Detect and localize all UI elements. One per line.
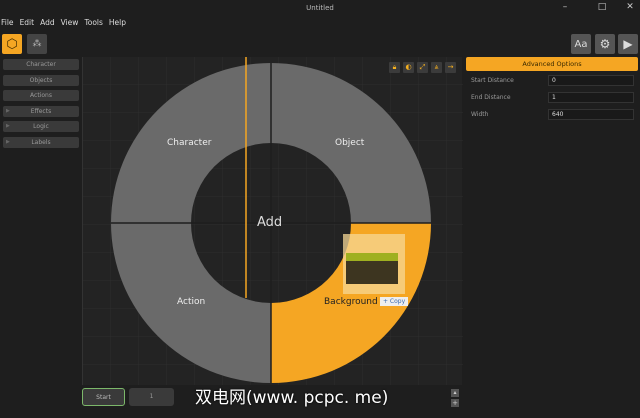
properties-panel: Advanced Options Start Distance 0 End Dis… xyxy=(466,57,638,122)
segment-label-action: Action xyxy=(177,297,206,307)
hierarchy-icon: ⁂ xyxy=(32,39,42,49)
cube-tool-button[interactable]: ⬡ xyxy=(2,34,22,54)
start-distance-input[interactable]: 0 xyxy=(548,74,634,86)
minimize-button[interactable]: – xyxy=(555,2,575,12)
field-label: Width xyxy=(471,110,489,118)
sidebar-item-objects[interactable]: Objects xyxy=(3,74,79,86)
window-title: Untitled xyxy=(306,4,334,12)
field-label: Start Distance xyxy=(471,76,514,84)
width-input[interactable]: 640 xyxy=(548,108,634,120)
segment-label-background: Background xyxy=(324,297,378,307)
maximize-button[interactable]: □ xyxy=(592,2,612,12)
sidebar-item-character[interactable]: Character xyxy=(3,59,79,70)
sidebar-label: Effects xyxy=(30,107,52,115)
watermark: 双电网(www. pcpc. me) xyxy=(195,388,389,408)
value-field[interactable]: 1 xyxy=(129,388,174,406)
scroll-up-icon[interactable]: ▴ xyxy=(451,389,459,397)
menu-bar: File Edit Add View Tools Help xyxy=(1,18,126,27)
menu-tools[interactable]: Tools xyxy=(84,18,102,27)
menu-add[interactable]: Add xyxy=(40,18,55,27)
sidebar-item-effects[interactable]: ▶ Effects xyxy=(3,105,79,117)
segment-label-object: Object xyxy=(335,138,365,148)
menu-view[interactable]: View xyxy=(61,18,79,27)
play-button[interactable]: ▶ xyxy=(618,34,638,54)
segment-label-character: Character xyxy=(167,138,212,148)
donut-center-label: Add xyxy=(257,215,283,230)
menu-edit[interactable]: Edit xyxy=(20,18,35,27)
add-icon[interactable]: + xyxy=(451,399,459,407)
menu-file[interactable]: File xyxy=(1,18,14,27)
close-button[interactable]: ✕ xyxy=(620,2,640,12)
drag-preview xyxy=(343,234,405,294)
settings-button[interactable]: ⚙ xyxy=(595,34,615,54)
canvas[interactable]: Character Object Action Background Add +… xyxy=(82,57,463,385)
sidebar-label: Labels xyxy=(31,138,51,146)
sidebar-item-actions[interactable]: Actions xyxy=(3,90,79,102)
expand-icon: ▶ xyxy=(6,138,10,145)
sidebar: Character Objects Actions ▶ Effects ▶ Logi… xyxy=(3,59,79,153)
arrow-right-icon[interactable]: → xyxy=(445,62,456,73)
field-label: End Distance xyxy=(471,93,511,101)
sidebar-item-logic[interactable]: ▶ Logic xyxy=(3,121,79,133)
expand-icon: ▶ xyxy=(6,107,10,114)
font-button[interactable]: Aa xyxy=(571,34,591,54)
advanced-options-button[interactable]: Advanced Options xyxy=(466,57,638,71)
align-icon[interactable]: ⩓ xyxy=(431,62,442,73)
expand-icon: ▶ xyxy=(6,123,10,130)
link-icon[interactable]: ⤢ xyxy=(417,62,428,73)
gear-icon: ⚙ xyxy=(599,37,611,51)
hierarchy-tool-button[interactable]: ⁂ xyxy=(27,34,47,54)
end-distance-input[interactable]: 1 xyxy=(548,91,634,103)
start-button[interactable]: Start xyxy=(82,388,125,406)
sidebar-item-labels[interactable]: ▶ Labels xyxy=(3,136,79,148)
menu-help[interactable]: Help xyxy=(109,18,126,27)
cube-icon: ⬡ xyxy=(6,36,18,52)
magnet-icon[interactable]: ◐ xyxy=(403,62,414,73)
lock-icon[interactable]: 🔒︎ xyxy=(389,62,400,73)
play-icon: ▶ xyxy=(623,37,633,51)
copy-tooltip: + Copy xyxy=(380,297,409,306)
sidebar-label: Logic xyxy=(33,123,49,131)
